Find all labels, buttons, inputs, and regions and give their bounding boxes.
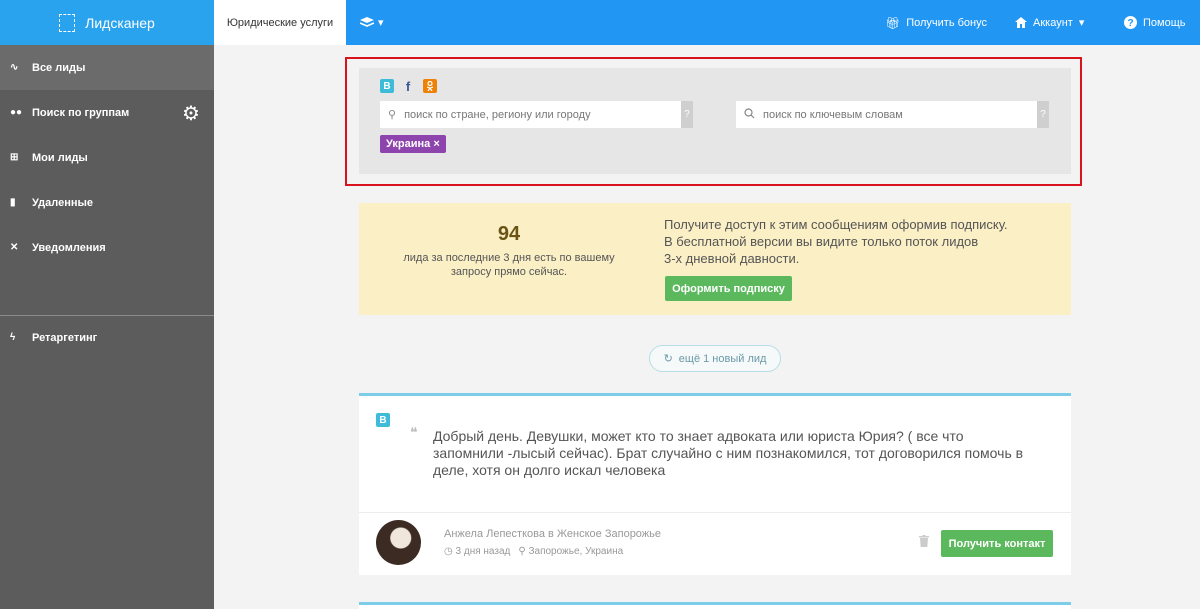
tab-legal-services[interactable]: Юридические услуги bbox=[214, 0, 346, 45]
bell-off-icon: ✕ bbox=[10, 242, 19, 253]
help-icon: ? bbox=[1124, 16, 1137, 29]
logo[interactable]: Лидсканер bbox=[0, 0, 214, 45]
clock-icon: ◷ bbox=[444, 546, 453, 557]
lead-location: ⚲ Запорожье, Украина bbox=[518, 546, 623, 557]
location-search-input[interactable]: ⚲ поиск по стране, региону или городу ? bbox=[380, 101, 693, 128]
search-icon bbox=[744, 107, 755, 122]
sidebar-item-all-leads[interactable]: ∿ Все лиды bbox=[0, 45, 214, 90]
promo-line-3: 3-х дневной давности. bbox=[664, 251, 800, 266]
chevron-down-icon: ▾ bbox=[1078, 17, 1085, 29]
sidebar-item-deleted[interactable]: ▮ Удаленные bbox=[0, 180, 214, 225]
sidebar-item-label: Уведомления bbox=[32, 241, 106, 254]
new-leads-label: ещё 1 новый лид bbox=[678, 352, 767, 365]
lead-message: Добрый день. Девушки, может кто то знает… bbox=[433, 428, 1024, 478]
card-divider bbox=[359, 512, 1071, 513]
bonus-label: Получить бонус bbox=[906, 16, 988, 29]
refresh-icon: ↻ bbox=[663, 353, 673, 365]
lead-time: ◷ 3 дня назад bbox=[444, 546, 510, 557]
users-icon: ●● bbox=[10, 107, 23, 118]
avatar[interactable] bbox=[376, 520, 421, 565]
subscribe-button[interactable]: Оформить подписку bbox=[665, 276, 792, 301]
help-link[interactable]: ? Помощь bbox=[1124, 0, 1186, 45]
vk-icon[interactable]: В bbox=[380, 79, 394, 93]
location-placeholder: поиск по стране, региону или городу bbox=[404, 108, 591, 121]
quote-icon: ❝ bbox=[410, 424, 418, 440]
get-contact-label: Получить контакт bbox=[948, 537, 1046, 550]
odnoklassniki-icon[interactable] bbox=[423, 79, 437, 93]
lead-location-text: Запорожье, Украина bbox=[528, 546, 624, 557]
pulse-icon: ∿ bbox=[10, 62, 19, 73]
sidebar-item-label: Все лиды bbox=[32, 61, 86, 74]
tab-label: Юридические услуги bbox=[226, 16, 334, 29]
get-contact-button[interactable]: Получить контакт bbox=[941, 530, 1053, 557]
help-label: Помощь bbox=[1143, 16, 1186, 29]
promo-line-2: В бесплатной версии вы видите только пот… bbox=[664, 234, 979, 249]
sidebar-item-my-leads[interactable]: ⊞ Мои лиды bbox=[0, 135, 214, 180]
home-icon bbox=[1015, 17, 1027, 28]
lead-count: 94 bbox=[497, 223, 521, 245]
promo-text: Получите доступ к этим сообщениям оформи… bbox=[664, 216, 1064, 267]
promo-line-1: Получите доступ к этим сообщениям оформи… bbox=[664, 217, 1008, 232]
trash-icon: ▮ bbox=[10, 197, 16, 208]
keywords-help-button[interactable]: ? bbox=[1037, 101, 1049, 128]
facebook-icon[interactable]: f bbox=[401, 79, 415, 94]
gift-icon: 🎁︎ bbox=[885, 15, 901, 30]
chevron-down-icon: ▾ bbox=[378, 17, 384, 29]
sidebar-item-retargeting[interactable]: ϟ Ретаргетинг bbox=[0, 315, 214, 360]
location-help-button[interactable]: ? bbox=[681, 101, 693, 128]
cart-icon: ⊞ bbox=[10, 152, 19, 163]
lead-author[interactable]: Анжела Лепесткова в Женское Запорожье bbox=[444, 528, 661, 540]
sidebar-item-label: Поиск по группам bbox=[32, 106, 130, 119]
tag-label: Украина × bbox=[386, 138, 440, 150]
account-menu[interactable]: Аккаунт ▾ bbox=[1015, 0, 1084, 45]
bolt-icon: ϟ bbox=[10, 332, 16, 343]
ok-glyph bbox=[426, 81, 434, 91]
layers-icon bbox=[360, 16, 374, 27]
gear-icon[interactable]: ⚙ bbox=[182, 101, 200, 126]
lead-count-description: лида за последние 3 дня есть по вашему з… bbox=[403, 252, 615, 278]
sidebar: ∿ Все лиды ●● Поиск по группам ⊞ Мои лид… bbox=[0, 45, 214, 609]
svg-text:?: ? bbox=[1127, 18, 1133, 29]
vk-icon: В bbox=[376, 413, 390, 427]
sidebar-item-notifications[interactable]: ✕ Уведомления bbox=[0, 225, 214, 270]
lead-time-text: 3 дня назад bbox=[455, 546, 511, 557]
account-label: Аккаунт bbox=[1033, 16, 1073, 29]
sidebar-item-label: Мои лиды bbox=[32, 151, 88, 164]
lead-meta: ◷ 3 дня назад ⚲ Запорожье, Украина bbox=[444, 546, 623, 557]
logo-text: Лидсканер bbox=[85, 14, 155, 31]
subscribe-label: Оформить подписку bbox=[672, 282, 785, 295]
sidebar-item-label: Ретаргетинг bbox=[32, 331, 98, 344]
keyword-search-input[interactable]: поиск по ключевым словам ? bbox=[736, 101, 1049, 128]
next-lead-card bbox=[359, 602, 1071, 609]
get-bonus-button[interactable]: 🎁︎ Получить бонус bbox=[885, 0, 987, 45]
map-pin-icon: ⚲ bbox=[388, 109, 397, 121]
region-tag-ukraine[interactable]: Украина × bbox=[380, 135, 446, 153]
keywords-placeholder: поиск по ключевым словам bbox=[763, 108, 903, 121]
layers-dropdown[interactable]: ▾ bbox=[360, 0, 384, 45]
delete-lead-icon[interactable] bbox=[919, 535, 929, 550]
top-bar: Лидсканер Юридические услуги ▾ 🎁︎ Получи… bbox=[0, 0, 1200, 45]
map-pin-icon: ⚲ bbox=[518, 546, 526, 557]
scanner-icon bbox=[59, 13, 76, 32]
load-new-leads-button[interactable]: ↻ ещё 1 новый лид bbox=[649, 345, 781, 372]
sidebar-item-label: Удаленные bbox=[32, 196, 94, 209]
